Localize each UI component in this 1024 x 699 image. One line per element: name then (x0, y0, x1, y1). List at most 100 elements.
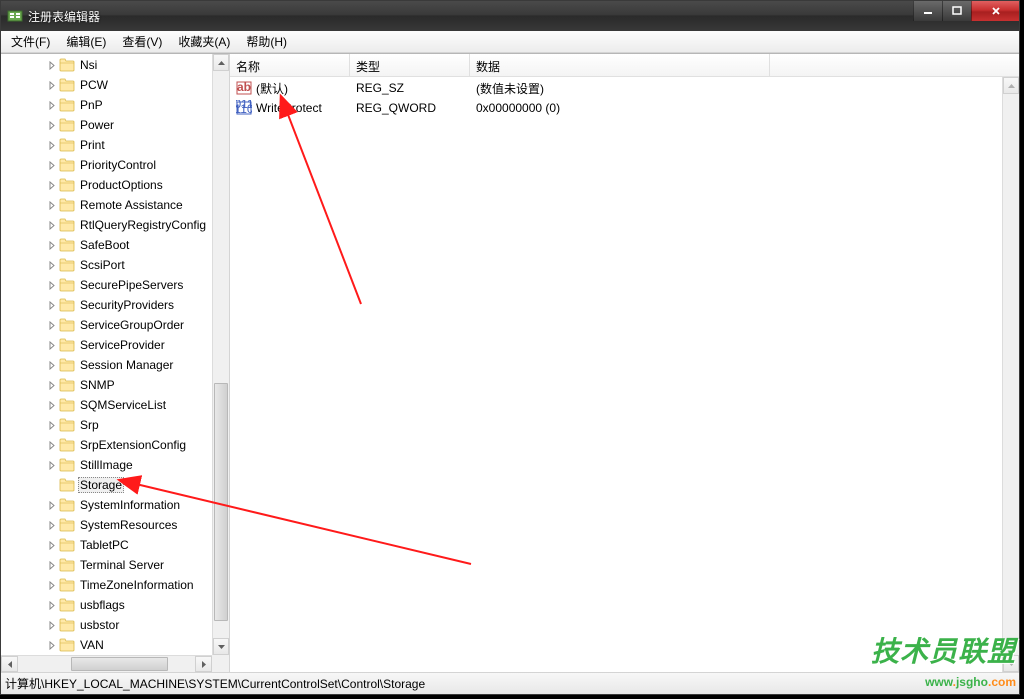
tree-item[interactable]: PriorityControl (1, 155, 212, 175)
tree-item[interactable]: SQMServiceList (1, 395, 212, 415)
tree-expander-icon[interactable] (45, 458, 59, 472)
tree-item[interactable]: Srp (1, 415, 212, 435)
tree-expander-icon[interactable] (45, 578, 59, 592)
tree-expander-icon[interactable] (45, 358, 59, 372)
menu-view[interactable]: 查看(V) (114, 30, 170, 53)
column-header-name[interactable]: 名称 (230, 54, 350, 76)
menu-help[interactable]: 帮助(H) (238, 30, 295, 53)
tree-expander-icon[interactable] (45, 278, 59, 292)
tree-item[interactable]: ServiceProvider (1, 335, 212, 355)
tree-expander-icon[interactable] (45, 298, 59, 312)
tree-expander-icon[interactable] (45, 398, 59, 412)
tree-item-label: VAN (78, 637, 106, 653)
statusbar: 计算机\HKEY_LOCAL_MACHINE\SYSTEM\CurrentCon… (1, 672, 1019, 694)
list-body[interactable]: ab(默认)REG_SZ(数值未设置)011110WriteProtectREG… (230, 77, 1019, 119)
titlebar[interactable]: 注册表编辑器 (1, 1, 1019, 31)
list-row[interactable]: ab(默认)REG_SZ(数值未设置) (230, 78, 1019, 98)
tree-item[interactable]: ServiceGroupOrder (1, 315, 212, 335)
tree-vertical-scrollbar[interactable] (212, 54, 229, 655)
tree-item[interactable]: PnP (1, 95, 212, 115)
menu-favorites[interactable]: 收藏夹(A) (170, 30, 238, 53)
tree-item[interactable]: ScsiPort (1, 255, 212, 275)
tree-expander-icon[interactable] (45, 418, 59, 432)
tree-scroll[interactable]: NsiPCWPnPPowerPrintPriorityControlProduc… (1, 54, 212, 655)
tree-item[interactable]: SecurityProviders (1, 295, 212, 315)
tree-item[interactable]: Terminal Server (1, 555, 212, 575)
scroll-down-button[interactable] (1003, 655, 1019, 672)
app-icon (7, 8, 23, 24)
tree-item[interactable]: Nsi (1, 55, 212, 75)
tree-expander-icon[interactable] (45, 638, 59, 652)
scroll-up-button[interactable] (213, 54, 229, 71)
tree-expander-icon[interactable] (45, 118, 59, 132)
column-header-type[interactable]: 类型 (350, 54, 470, 76)
tree-item[interactable]: TabletPC (1, 535, 212, 555)
scroll-right-button[interactable] (195, 656, 212, 672)
tree-item[interactable]: Session Manager (1, 355, 212, 375)
tree-expander-icon[interactable] (45, 598, 59, 612)
menu-edit[interactable]: 编辑(E) (58, 30, 114, 53)
scroll-track[interactable] (18, 656, 195, 672)
tree-expander-icon[interactable] (45, 438, 59, 452)
tree-item[interactable]: usbstor (1, 615, 212, 635)
tree-expander-icon[interactable] (45, 198, 59, 212)
tree-expander-icon[interactable] (45, 178, 59, 192)
tree-expander-icon[interactable] (45, 538, 59, 552)
tree-item[interactable]: SecurePipeServers (1, 275, 212, 295)
column-header-data[interactable]: 数据 (470, 54, 770, 76)
tree-item[interactable]: TimeZoneInformation (1, 575, 212, 595)
tree-expander-icon[interactable] (45, 478, 59, 492)
tree-item-label: ServiceProvider (78, 337, 167, 353)
tree-expander-icon[interactable] (45, 498, 59, 512)
close-button[interactable] (971, 1, 1019, 21)
tree-expander-icon[interactable] (45, 338, 59, 352)
tree-expander-icon[interactable] (45, 138, 59, 152)
tree-item[interactable]: Print (1, 135, 212, 155)
tree-item-label: usbflags (78, 597, 127, 613)
tree-item[interactable]: ProductOptions (1, 175, 212, 195)
tree-item[interactable]: SystemInformation (1, 495, 212, 515)
tree-item[interactable]: SafeBoot (1, 235, 212, 255)
scroll-thumb[interactable] (71, 657, 168, 671)
tree-expander-icon[interactable] (45, 98, 59, 112)
scroll-track[interactable] (213, 71, 229, 638)
tree-item[interactable]: usbflags (1, 595, 212, 615)
tree-item[interactable]: Storage (1, 475, 212, 495)
tree-expander-icon[interactable] (45, 378, 59, 392)
tree-item[interactable]: SrpExtensionConfig (1, 435, 212, 455)
tree-expander-icon[interactable] (45, 618, 59, 632)
tree-item-label: TimeZoneInformation (78, 577, 196, 593)
scroll-up-button[interactable] (1003, 77, 1019, 94)
tree-expander-icon[interactable] (45, 518, 59, 532)
tree-expander-icon[interactable] (45, 158, 59, 172)
tree-item-label: SafeBoot (78, 237, 131, 253)
menu-file[interactable]: 文件(F) (3, 30, 58, 53)
tree-expander-icon[interactable] (45, 218, 59, 232)
tree-item[interactable]: StillImage (1, 455, 212, 475)
minimize-button[interactable] (913, 1, 942, 21)
cell-name: 011110WriteProtect (230, 100, 350, 116)
tree-item[interactable]: SNMP (1, 375, 212, 395)
tree-item[interactable]: Power (1, 115, 212, 135)
tree-item-label: SystemResources (78, 517, 179, 533)
maximize-button[interactable] (942, 1, 971, 21)
scroll-down-button[interactable] (213, 638, 229, 655)
tree-expander-icon[interactable] (45, 78, 59, 92)
tree-item[interactable]: VAN (1, 635, 212, 655)
tree-item[interactable]: RtlQueryRegistryConfig (1, 215, 212, 235)
tree-item[interactable]: SystemResources (1, 515, 212, 535)
scroll-left-button[interactable] (1, 656, 18, 672)
tree-expander-icon[interactable] (45, 318, 59, 332)
scroll-thumb[interactable] (214, 383, 228, 621)
tree-expander-icon[interactable] (45, 238, 59, 252)
tree-horizontal-scrollbar[interactable] (1, 655, 212, 672)
regedit-window: 注册表编辑器 文件(F) 编辑(E) 查看(V) 收藏夹(A) 帮助(H) Ns… (0, 0, 1020, 695)
tree-expander-icon[interactable] (45, 58, 59, 72)
tree-item[interactable]: Remote Assistance (1, 195, 212, 215)
cell-type: REG_QWORD (350, 101, 470, 115)
tree-expander-icon[interactable] (45, 258, 59, 272)
list-row[interactable]: 011110WriteProtectREG_QWORD0x00000000 (0… (230, 98, 1019, 118)
list-vertical-scrollbar[interactable] (1002, 77, 1019, 672)
tree-item[interactable]: PCW (1, 75, 212, 95)
tree-expander-icon[interactable] (45, 558, 59, 572)
